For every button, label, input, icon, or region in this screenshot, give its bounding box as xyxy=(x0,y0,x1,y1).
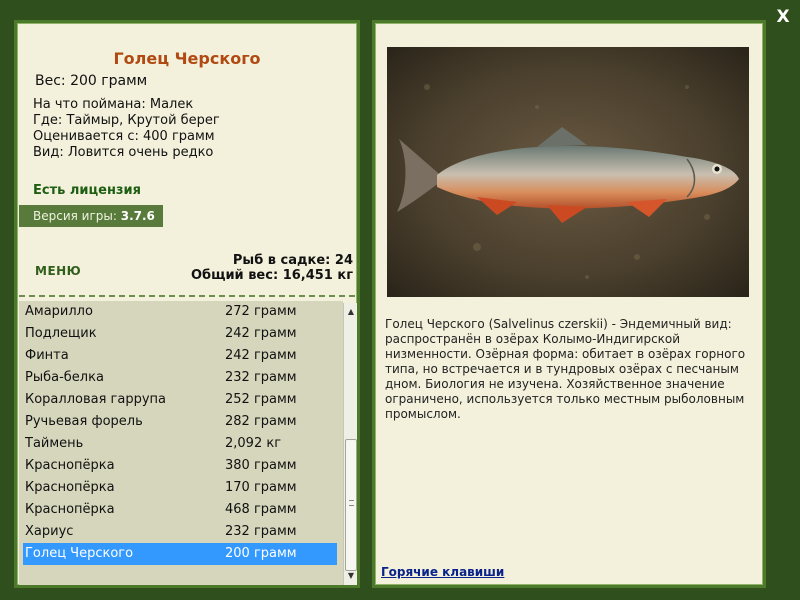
list-item[interactable]: Краснопёрка 380 грамм xyxy=(19,455,343,477)
catch-list[interactable]: Амарилло 272 грамм Подлещик 242 грамм Финт… xyxy=(19,301,343,585)
fish-detail-panel: Голец Черского (Salvelinus czerskii) - Э… xyxy=(372,20,766,588)
list-item[interactable]: Таймень 2,092 кг xyxy=(19,433,343,455)
close-button[interactable]: X xyxy=(774,8,792,26)
catch-stats: Рыб в садке: 24 Общий вес: 16,451 кг xyxy=(191,253,353,283)
list-item[interactable]: Краснопёрка 170 грамм xyxy=(19,477,343,499)
version-badge: Версия игры: 3.7.6 xyxy=(19,205,163,227)
fish-photo-icon xyxy=(387,47,749,297)
list-item[interactable]: Хариус 232 грамм xyxy=(19,521,343,543)
menu-button[interactable]: МЕНЮ xyxy=(35,264,81,278)
list-scrollbar[interactable]: ▲ ▼ xyxy=(343,303,357,585)
list-item-selected[interactable]: Голец Черского 200 грамм xyxy=(23,543,337,565)
list-item[interactable]: Финта 242 грамм xyxy=(19,345,343,367)
list-item[interactable]: Коралловая гаррупа 252 грамм xyxy=(19,389,343,411)
scroll-down-icon[interactable]: ▼ xyxy=(344,569,358,583)
fish-description: Голец Черского (Salvelinus czerskii) - Э… xyxy=(385,317,746,421)
cage-count: Рыб в садке: 24 xyxy=(232,253,353,268)
fish-details: На что поймана: Малек Где: Таймыр, Круто… xyxy=(33,97,220,161)
fish-weight: Вес: 200 грамм xyxy=(35,73,147,89)
list-item[interactable]: Ручьевая форель 282 грамм xyxy=(19,411,343,433)
version-value: 3.7.6 xyxy=(120,209,155,223)
weight-value: 200 грамм xyxy=(70,73,148,89)
scroll-up-icon[interactable]: ▲ xyxy=(344,305,358,319)
detail-location: Где: Таймыр, Крутой берег xyxy=(33,113,220,128)
grip-icon xyxy=(349,500,354,506)
fish-photo xyxy=(387,47,749,297)
divider xyxy=(19,295,355,297)
weight-label: Вес: xyxy=(35,73,66,89)
close-icon[interactable]: X xyxy=(776,7,789,27)
list-item[interactable]: Краснопёрка 468 грамм xyxy=(19,499,343,521)
license-status: Есть лицензия xyxy=(33,183,141,198)
scroll-thumb[interactable] xyxy=(345,439,357,571)
list-item[interactable]: Подлещик 242 грамм xyxy=(19,323,343,345)
detail-value: Оценивается с: 400 грамм xyxy=(33,129,215,144)
list-item[interactable]: Рыба-белка 232 грамм xyxy=(19,367,343,389)
version-label: Версия игры: xyxy=(33,209,117,223)
detail-rarity: Вид: Ловится очень редко xyxy=(33,145,214,160)
detail-bait: На что поймана: Малек xyxy=(33,97,194,112)
list-item[interactable]: Амарилло 272 грамм xyxy=(19,301,343,323)
fish-title: Голец Черского xyxy=(113,49,261,68)
total-weight: Общий вес: 16,451 кг xyxy=(190,268,353,283)
fish-info-panel: Голец Черского Вес: 200 грамм На что пой… xyxy=(14,20,360,588)
hotkeys-link[interactable]: Горячие клавиши xyxy=(381,565,504,579)
